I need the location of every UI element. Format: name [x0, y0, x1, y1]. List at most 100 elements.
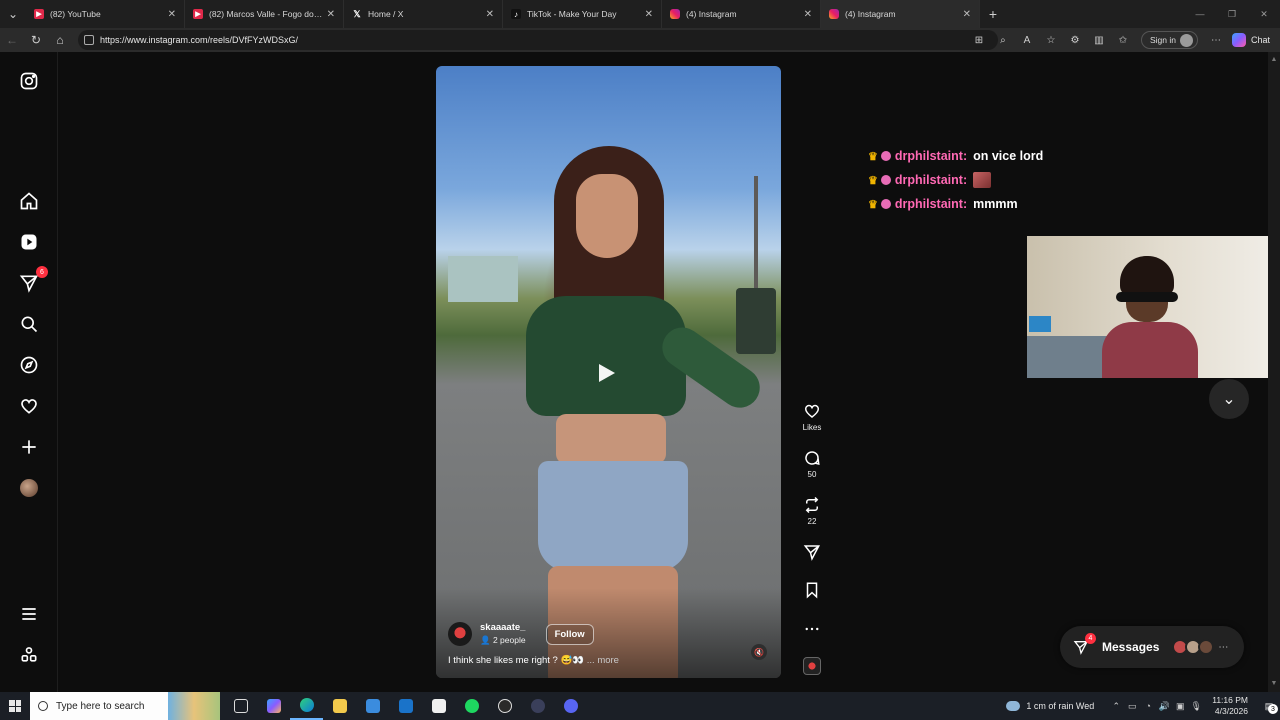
close-window-icon[interactable]: ✕ — [1248, 0, 1280, 28]
original-audio-thumbnail[interactable] — [803, 657, 821, 675]
save-action[interactable] — [796, 581, 828, 599]
reels-nav-icon[interactable] — [18, 231, 40, 253]
obs-studio-icon[interactable] — [488, 692, 521, 720]
author-avatar[interactable] — [448, 622, 472, 646]
tab-youtube[interactable]: ▶ (82) YouTube ✕ — [26, 0, 185, 28]
notepad-icon[interactable] — [422, 692, 455, 720]
task-view-icon[interactable] — [224, 692, 257, 720]
chat-label: Chat — [1250, 35, 1270, 45]
notification-center-icon[interactable]: ▤ 3 — [1258, 692, 1280, 720]
microsoft-store-icon[interactable] — [356, 692, 389, 720]
reposts-count: 22 — [807, 517, 817, 526]
crown-icon: ♛ — [868, 198, 878, 211]
new-tab-button[interactable]: + — [980, 6, 1006, 22]
home-icon[interactable]: ⌂ — [48, 28, 72, 52]
profile-nav-item[interactable] — [18, 477, 40, 499]
zoom-icon[interactable]: ⌕ — [991, 28, 1015, 52]
sign-in-button[interactable]: Sign in — [1140, 31, 1198, 49]
follow-button[interactable]: Follow — [545, 623, 594, 645]
comments-count: 50 — [807, 470, 817, 479]
chat-username: drphilstaint — [894, 149, 963, 163]
outlook-icon[interactable] — [389, 692, 422, 720]
mute-icon[interactable]: 🔇 — [751, 644, 767, 660]
share-action[interactable] — [796, 543, 828, 561]
search-icon[interactable] — [18, 313, 40, 335]
collaborators-count[interactable]: 👤 2 people — [480, 635, 526, 646]
close-icon[interactable]: ✕ — [804, 9, 812, 20]
favorite-star-icon[interactable]: ☆ — [1039, 28, 1063, 52]
media-app-icon[interactable] — [521, 692, 554, 720]
tab-label: (82) Marcos Valle - Fogo do Sol (R — [209, 9, 323, 19]
play-icon[interactable] — [599, 364, 615, 382]
subscriber-badge-icon — [880, 199, 891, 209]
more-dots-icon: ⋯ — [1218, 641, 1229, 653]
more-options-icon[interactable]: ⋯ — [1204, 28, 1228, 52]
network-icon[interactable]: ◔ — [1140, 701, 1156, 711]
tab-marcos-valle[interactable]: ▶ (82) Marcos Valle - Fogo do Sol (R ✕ — [185, 0, 344, 28]
taskbar-search-box[interactable]: Type here to search — [30, 692, 220, 720]
app-available-icon[interactable]: ⊞ — [967, 28, 991, 52]
messages-badge: 4 — [1085, 633, 1096, 644]
tab-label: (4) Instagram — [686, 9, 737, 19]
close-icon[interactable]: ✕ — [327, 9, 335, 20]
scroll-up-icon[interactable]: ▲ — [1270, 56, 1278, 64]
page-scrollbar[interactable]: ▲ ▼ — [1268, 52, 1280, 692]
more-link[interactable]: ... more — [587, 655, 619, 666]
windows-start-icon[interactable] — [0, 692, 30, 720]
reel-video[interactable]: skaaaate_ 👤 2 people Follow I think she … — [436, 66, 781, 678]
author-username[interactable]: skaaaate_ — [480, 622, 526, 633]
tab-instagram-1[interactable]: (4) Instagram ✕ — [662, 0, 821, 28]
next-reel-chevron-down-icon[interactable]: ⌄ — [1209, 379, 1249, 419]
instagram-logo-icon[interactable] — [18, 70, 40, 92]
tab-tiktok[interactable]: ♪ TikTok - Make Your Day ✕ — [503, 0, 662, 28]
crown-icon: ♛ — [868, 174, 878, 187]
show-hidden-icons-chevron-up-icon[interactable]: ⌃ — [1108, 701, 1124, 712]
explore-compass-icon[interactable] — [18, 354, 40, 376]
scroll-down-icon[interactable]: ▼ — [1270, 680, 1278, 688]
maximize-icon[interactable]: ❐ — [1216, 0, 1248, 28]
copilot-app-icon[interactable] — [257, 692, 290, 720]
favorites-icon[interactable]: ✩ — [1111, 28, 1135, 52]
system-clock[interactable]: 11:16 PM 4/3/2026 — [1212, 695, 1248, 717]
microphone-icon[interactable]: 🎙 — [1188, 701, 1204, 712]
file-explorer-icon[interactable] — [323, 692, 356, 720]
spotify-icon[interactable] — [455, 692, 488, 720]
back-icon[interactable]: ← — [0, 28, 24, 52]
more-menu-icon[interactable] — [18, 603, 40, 625]
sign-in-label: Sign in — [1149, 35, 1176, 45]
extensions-icon[interactable]: ⚙ — [1063, 28, 1087, 52]
weather-widget[interactable]: 1 cm of rain Wed — [1006, 701, 1094, 711]
repost-action[interactable]: 22 — [796, 496, 828, 526]
close-icon[interactable]: ✕ — [963, 9, 971, 20]
home-nav-icon[interactable] — [18, 190, 40, 212]
close-icon[interactable]: ✕ — [486, 9, 494, 20]
volume-icon[interactable]: 🔊 — [1156, 701, 1172, 712]
read-aloud-icon[interactable]: A — [1015, 28, 1039, 52]
battery-icon[interactable]: ▭ — [1124, 701, 1140, 712]
messages-nav-icon[interactable]: 6 — [18, 266, 48, 294]
tray-app-icon[interactable]: ▣ — [1172, 701, 1188, 712]
caption-text: I think she likes me right ? 😅👀 — [448, 655, 585, 666]
discord-icon[interactable] — [554, 692, 587, 720]
more-options-action[interactable] — [796, 620, 828, 638]
messages-pill-button[interactable]: 4 Messages ⋯ — [1060, 626, 1244, 668]
tab-x-home[interactable]: 𝕏 Home / X ✕ — [344, 0, 503, 28]
comment-action[interactable]: 50 — [796, 449, 828, 479]
chat-message: mmmm — [973, 197, 1018, 211]
also-from-meta-icon[interactable] — [18, 644, 40, 666]
split-screen-icon[interactable]: ▥ — [1087, 28, 1111, 52]
heart-icon[interactable] — [18, 395, 40, 417]
url-field[interactable]: https://www.instagram.com/reels/DVfFYzWD… — [78, 30, 998, 50]
like-action[interactable]: Likes — [796, 402, 828, 432]
refresh-icon[interactable]: ↻ — [24, 28, 48, 52]
copilot-chat-button[interactable]: Chat — [1228, 33, 1280, 47]
close-icon[interactable]: ✕ — [645, 9, 653, 20]
tab-actions-menu-icon[interactable]: ⌄ — [0, 0, 26, 28]
edge-browser-icon[interactable] — [290, 692, 323, 720]
tab-instagram-2[interactable]: (4) Instagram ✕ — [821, 0, 980, 28]
close-icon[interactable]: ✕ — [168, 9, 176, 20]
create-plus-icon[interactable] — [18, 436, 40, 458]
tab-label: (4) Instagram — [845, 9, 896, 19]
minimize-icon[interactable]: — — [1184, 0, 1216, 28]
site-info-icon[interactable] — [84, 35, 94, 45]
